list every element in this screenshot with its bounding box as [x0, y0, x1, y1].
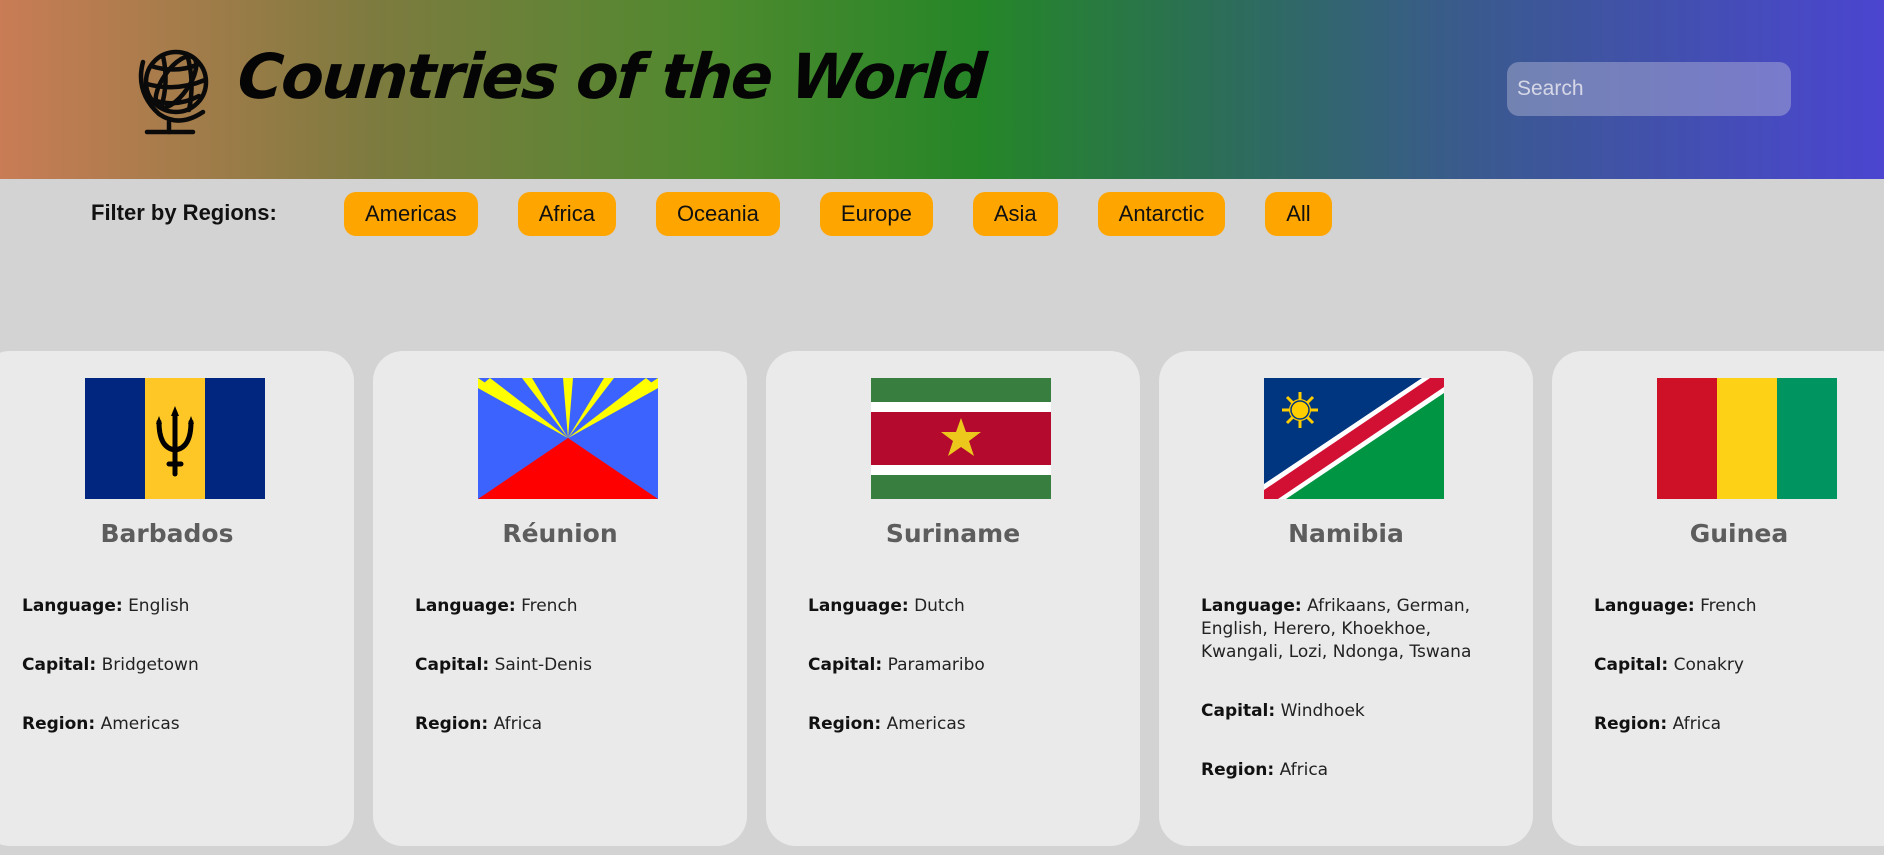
country-details: Language: Afrikaans, German, English, He…	[1201, 595, 1517, 818]
language-row: Language: French	[1594, 595, 1884, 618]
search-input[interactable]	[1507, 62, 1791, 116]
region-value: Africa	[1672, 714, 1722, 734]
language-value: Dutch	[914, 596, 965, 616]
language-label: Language:	[22, 596, 123, 616]
capital-value: Windhoek	[1280, 701, 1365, 721]
capital-label: Capital:	[22, 655, 97, 675]
capital-label: Capital:	[1201, 701, 1276, 721]
language-row: Language: English	[22, 595, 338, 618]
language-row: Language: French	[415, 595, 731, 618]
country-details: Language: Dutch Capital: Paramaribo Regi…	[808, 595, 1124, 772]
country-name: Suriname	[885, 519, 1021, 548]
filter-button-americas[interactable]: Americas	[344, 192, 478, 236]
capital-value: Saint-Denis	[494, 655, 592, 675]
region-filter-bar: Americas Africa Oceania Europe Asia Anta…	[344, 192, 1332, 236]
region-row: Region: Africa	[1201, 759, 1517, 782]
capital-value: Bridgetown	[101, 655, 199, 675]
filter-button-europe[interactable]: Europe	[819, 192, 933, 236]
capital-value: Conakry	[1673, 655, 1744, 675]
capital-row: Capital: Conakry	[1594, 654, 1884, 677]
region-row: Region: Africa	[415, 713, 731, 736]
language-value: French	[1700, 596, 1757, 616]
region-label: Region:	[22, 714, 96, 734]
region-value: Americas	[100, 714, 180, 734]
filter-button-all[interactable]: All	[1265, 192, 1332, 236]
capital-label: Capital:	[1594, 655, 1669, 675]
guinea-flag-icon	[1657, 378, 1837, 499]
country-card-reunion[interactable]: Réunion Language: French Capital: Saint-…	[373, 351, 747, 846]
capital-value: Paramaribo	[887, 655, 985, 675]
country-name: Barbados	[100, 519, 234, 548]
country-card-suriname[interactable]: Suriname Language: Dutch Capital: Parama…	[766, 351, 1140, 846]
region-row: Region: Africa	[1594, 713, 1884, 736]
country-details: Language: English Capital: Bridgetown Re…	[22, 595, 338, 772]
country-card-guinea[interactable]: Guinea Language: French Capital: Conakry…	[1552, 351, 1884, 846]
filter-button-antarctic[interactable]: Antarctic	[1097, 192, 1226, 236]
capital-row: Capital: Paramaribo	[808, 654, 1124, 677]
language-value: English	[128, 596, 190, 616]
filter-label: Filter by Regions:	[91, 200, 277, 225]
barbados-flag-icon	[85, 378, 265, 499]
country-card-namibia[interactable]: Namibia Language: Afrikaans, German, Eng…	[1159, 351, 1533, 846]
globe-icon	[138, 49, 209, 135]
country-card-list: Barbados Language: English Capital: Brid…	[0, 351, 1884, 846]
region-label: Region:	[415, 714, 489, 734]
country-details: Language: French Capital: Saint-Denis Re…	[415, 595, 731, 772]
filter-button-africa[interactable]: Africa	[517, 192, 616, 236]
country-details: Language: French Capital: Conakry Region…	[1594, 595, 1884, 772]
region-value: Americas	[886, 714, 966, 734]
country-card-barbados[interactable]: Barbados Language: English Capital: Brid…	[0, 351, 354, 846]
site-title: Countries of the World	[235, 40, 988, 113]
language-label: Language:	[1201, 596, 1302, 616]
suriname-flag-icon	[871, 378, 1051, 499]
filter-button-asia[interactable]: Asia	[972, 192, 1058, 236]
language-label: Language:	[808, 596, 909, 616]
capital-label: Capital:	[415, 655, 490, 675]
namibia-flag-icon	[1264, 378, 1444, 499]
country-name: Guinea	[1689, 519, 1789, 548]
country-name: Réunion	[502, 519, 618, 548]
region-label: Region:	[808, 714, 882, 734]
region-label: Region:	[1594, 714, 1668, 734]
language-label: Language:	[1594, 596, 1695, 616]
language-label: Language:	[415, 596, 516, 616]
country-name: Namibia	[1288, 519, 1404, 548]
language-row: Language: Afrikaans, German, English, He…	[1201, 595, 1517, 664]
capital-row: Capital: Windhoek	[1201, 700, 1517, 723]
language-row: Language: Dutch	[808, 595, 1124, 618]
region-label: Region:	[1201, 760, 1275, 780]
region-row: Region: Americas	[22, 713, 338, 736]
reunion-flag-icon	[478, 378, 658, 499]
capital-row: Capital: Saint-Denis	[415, 654, 731, 677]
filter-button-oceania[interactable]: Oceania	[655, 192, 780, 236]
region-row: Region: Americas	[808, 713, 1124, 736]
capital-label: Capital:	[808, 655, 883, 675]
site-header: Countries of the World	[0, 0, 1884, 179]
region-value: Africa	[493, 714, 543, 734]
region-value: Africa	[1279, 760, 1329, 780]
language-value: French	[521, 596, 578, 616]
capital-row: Capital: Bridgetown	[22, 654, 338, 677]
